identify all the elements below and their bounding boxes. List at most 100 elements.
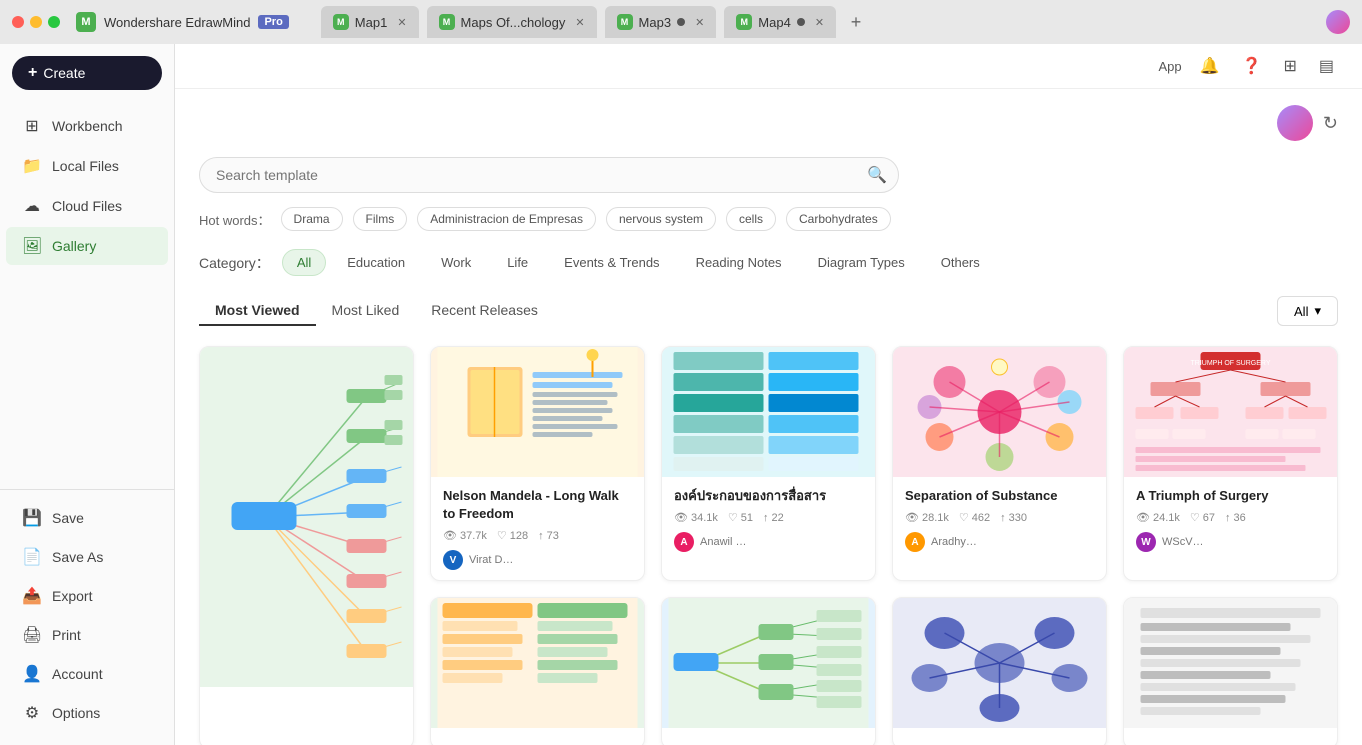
all-dropdown[interactable]: All ▾ (1277, 296, 1338, 326)
card-8[interactable] (892, 597, 1107, 745)
sidebar-item-cloud-files[interactable]: ☁ Cloud Files (6, 187, 168, 225)
cat-btn-reading-notes[interactable]: Reading Notes (681, 249, 797, 276)
tab-dot-map4 (797, 18, 805, 26)
card-2-body: Nelson Mandela - Long Walk to Freedom 👁 … (431, 477, 644, 580)
card-3-likes: ♡ 51 (728, 511, 753, 524)
card-6[interactable] (430, 597, 645, 745)
tab-close-map3[interactable]: ✕ (695, 16, 704, 29)
sidebar-item-export[interactable]: 📤 Export (6, 577, 168, 615)
sidebar-item-save-as[interactable]: 📄 Save As (6, 538, 168, 576)
user-avatar[interactable] (1326, 10, 1350, 34)
card-4[interactable]: Separation of Substance 👁 28.1k ♡ 462 ↑ … (892, 346, 1107, 581)
sidebar-item-print[interactable]: 🖨 Print (6, 616, 168, 654)
cloud-files-icon: ☁ (22, 196, 42, 216)
hot-tag-carbs[interactable]: Carbohydrates (786, 207, 891, 231)
new-tab-button[interactable]: + (844, 10, 868, 34)
cat-btn-diagram[interactable]: Diagram Types (803, 249, 920, 276)
tab-map3[interactable]: M Map3 ✕ (605, 6, 717, 38)
filter-tab-most-liked[interactable]: Most Liked (316, 296, 416, 326)
card-2-stats: 👁 37.7k ♡ 128 ↑ 73 (443, 529, 632, 542)
card-2-shares: ↑ 73 (538, 530, 559, 542)
cat-btn-work[interactable]: Work (426, 249, 486, 276)
card-3-author-name: Anawil … (700, 536, 746, 548)
tab-close-map4[interactable]: ✕ (815, 16, 824, 29)
tab-close-map1[interactable]: ✕ (397, 16, 406, 29)
filter-tab-most-viewed[interactable]: Most Viewed (199, 296, 316, 326)
options-icon: ⚙ (22, 703, 42, 723)
card-3-title: องค์ประกอบของการสื่อสาร (674, 487, 863, 505)
local-files-icon: 📁 (22, 156, 42, 176)
card-5-avatar: W (1136, 532, 1156, 552)
hot-tag-cells[interactable]: cells (726, 207, 776, 231)
hot-tag-empresas[interactable]: Administracion de Empresas (417, 207, 596, 231)
tab-close-maps[interactable]: ✕ (575, 16, 584, 29)
cat-btn-education[interactable]: Education (332, 249, 420, 276)
titlebar: M Wondershare EdrawMind Pro M Map1 ✕ M M… (0, 0, 1362, 44)
category-label: Category： (199, 253, 270, 273)
hot-tag-drama[interactable]: Drama (281, 207, 343, 231)
card-4-likes: ♡ 462 (959, 511, 990, 524)
card-2-title: Nelson Mandela - Long Walk to Freedom (443, 487, 632, 523)
card-2-thumb (431, 347, 644, 477)
tab-map4[interactable]: M Map4 ✕ (724, 6, 836, 38)
notification-button[interactable]: 🔔 (1196, 52, 1224, 80)
sidebar-item-workbench[interactable]: ⊞ Workbench (6, 107, 168, 145)
minimize-button[interactable] (30, 16, 42, 28)
create-label: Create (43, 65, 85, 81)
card-3-views: 👁 34.1k (674, 511, 718, 524)
search-button[interactable]: 🔍 (867, 165, 887, 185)
maximize-button[interactable] (48, 16, 60, 28)
tab-maps-of-chology[interactable]: M Maps Of...chology ✕ (427, 6, 597, 38)
search-input[interactable] (199, 157, 899, 193)
close-button[interactable] (12, 16, 24, 28)
card-7-thumb (662, 598, 875, 728)
svg-text:TRIUMPH OF SURGERY: TRIUMPH OF SURGERY (1191, 360, 1271, 367)
tab-map1[interactable]: M Map1 ✕ (321, 6, 419, 38)
card-9[interactable] (1123, 597, 1338, 745)
cat-btn-others[interactable]: Others (926, 249, 995, 276)
help-button[interactable]: ❓ (1238, 52, 1266, 80)
card-2[interactable]: Nelson Mandela - Long Walk to Freedom 👁 … (430, 346, 645, 581)
layout-button[interactable]: ▤ (1315, 52, 1338, 80)
card-8-body (893, 728, 1106, 745)
filter-right: All ▾ (1277, 296, 1338, 326)
sidebar-item-options[interactable]: ⚙ Options (6, 694, 168, 732)
refresh-button[interactable]: ↻ (1323, 113, 1338, 134)
card-5[interactable]: TRIUMPH OF SURGERY (1123, 346, 1338, 581)
search-bar: 🔍 (199, 157, 899, 193)
sidebar-item-local-files[interactable]: 📁 Local Files (6, 147, 168, 185)
hot-tag-films[interactable]: Films (353, 207, 408, 231)
card-3[interactable]: องค์ประกอบของการสื่อสาร 👁 34.1k ♡ 51 ↑ 2… (661, 346, 876, 581)
print-icon: 🖨 (22, 625, 42, 645)
sidebar-label-save-as: Save As (52, 549, 103, 565)
profile-avatar[interactable] (1277, 105, 1313, 141)
app-name: Wondershare EdrawMind (104, 15, 250, 30)
filter-row: Most Viewed Most Liked Recent Releases A… (199, 296, 1338, 326)
sidebar-item-account[interactable]: 👤 Account (6, 655, 168, 693)
cat-btn-events[interactable]: Events & Trends (549, 249, 674, 276)
card-1[interactable] (199, 346, 414, 745)
category-row: Category： All Education Work Life Events… (199, 249, 1338, 276)
sidebar-label-cloud-files: Cloud Files (52, 198, 122, 214)
tab-label-map4: Map4 (758, 15, 791, 30)
sidebar-label-options: Options (52, 705, 100, 721)
account-icon: 👤 (22, 664, 42, 684)
cat-btn-life[interactable]: Life (492, 249, 543, 276)
grid-view-button[interactable]: ⊞ (1279, 52, 1300, 80)
card-3-body: องค์ประกอบของการสื่อสาร 👁 34.1k ♡ 51 ↑ 2… (662, 477, 875, 562)
app-label: App (1158, 59, 1181, 74)
app-icon: M (76, 12, 96, 32)
sidebar-item-save[interactable]: 💾 Save (6, 499, 168, 537)
create-button[interactable]: + Create (12, 56, 162, 90)
sidebar-label-save: Save (52, 510, 84, 526)
sidebar-item-gallery[interactable]: 🖼 Gallery (6, 227, 168, 265)
hot-tag-nervous[interactable]: nervous system (606, 207, 716, 231)
filter-tab-recent[interactable]: Recent Releases (415, 296, 554, 326)
cat-btn-all[interactable]: All (282, 249, 326, 276)
top-bar: App 🔔 ❓ ⊞ ▤ (175, 44, 1362, 89)
sidebar-label-export: Export (52, 588, 92, 604)
card-1-thumb (200, 347, 413, 687)
card-7[interactable] (661, 597, 876, 745)
card-3-avatar: A (674, 532, 694, 552)
sidebar-bottom: 💾 Save 📄 Save As 📤 Export 🖨 Print 👤 Acco… (0, 489, 174, 733)
